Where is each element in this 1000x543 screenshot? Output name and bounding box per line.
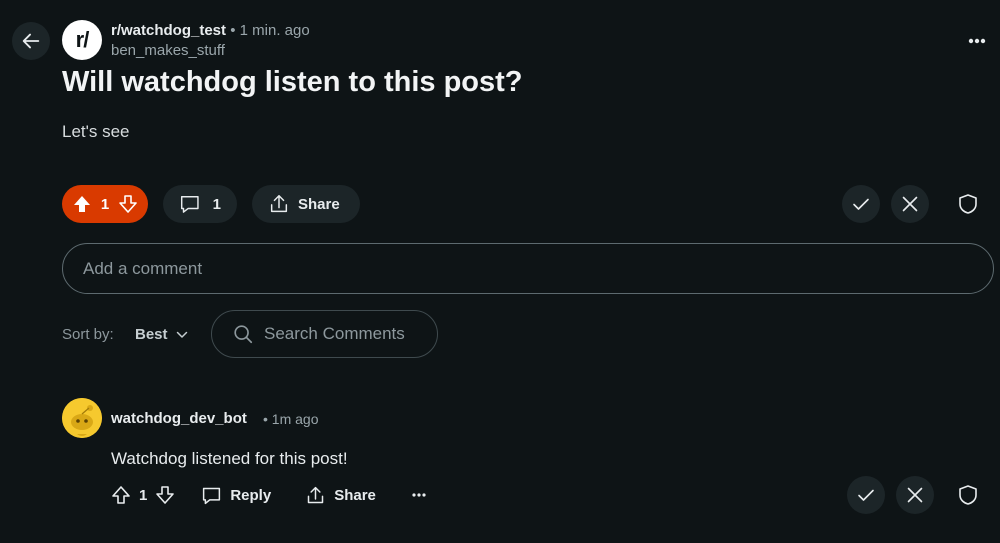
search-placeholder: Search Comments bbox=[264, 324, 405, 343]
comment-actions: 1 Reply Share bbox=[111, 482, 426, 508]
chevron-down-icon bbox=[176, 331, 187, 338]
comment-icon bbox=[180, 196, 199, 213]
meta-separator: • bbox=[230, 22, 236, 39]
more-horizontal-icon bbox=[412, 493, 426, 497]
mod-shield-button[interactable] bbox=[953, 189, 983, 219]
share-button[interactable]: Share bbox=[252, 185, 360, 223]
comment-icon bbox=[203, 487, 221, 504]
post-body: Let's see bbox=[62, 122, 130, 141]
close-icon bbox=[907, 487, 923, 503]
comment-vote-control: 1 bbox=[111, 485, 175, 505]
snoo-avatar-icon bbox=[62, 398, 102, 438]
comment-count: 1 bbox=[212, 195, 221, 213]
post-title: Will watchdog listen to this post? bbox=[62, 66, 523, 98]
comment-separator: • bbox=[263, 411, 268, 427]
add-comment-placeholder: Add a comment bbox=[83, 258, 203, 278]
shield-icon bbox=[959, 194, 977, 214]
sort-value: Best bbox=[135, 326, 168, 343]
post-author[interactable]: ben_makes_stuff bbox=[111, 42, 225, 59]
search-comments-input[interactable]: Search Comments bbox=[211, 310, 438, 358]
comment-share-button[interactable]: Share bbox=[305, 485, 376, 506]
comment-vote-count: 1 bbox=[139, 486, 148, 504]
post-vote-count: 1 bbox=[100, 195, 110, 213]
share-label: Share bbox=[298, 195, 340, 213]
remove-button[interactable] bbox=[891, 185, 929, 223]
close-icon bbox=[902, 196, 918, 212]
comment-mod-shield-button[interactable] bbox=[953, 480, 983, 510]
upvote-icon[interactable] bbox=[111, 485, 131, 505]
more-horizontal-icon bbox=[968, 38, 986, 44]
comment-text: Watchdog listened for this post! bbox=[111, 449, 348, 468]
shield-icon bbox=[959, 485, 977, 505]
upvote-icon[interactable] bbox=[72, 194, 92, 214]
subreddit-name[interactable]: r/watchdog_test bbox=[111, 22, 226, 39]
post-meta: r/watchdog_test • 1 min. ago bbox=[111, 22, 310, 39]
comment-approve-button[interactable] bbox=[847, 476, 885, 514]
downvote-icon[interactable] bbox=[118, 194, 138, 214]
comment-username[interactable]: watchdog_dev_bot bbox=[111, 410, 247, 427]
check-icon bbox=[858, 489, 874, 501]
subreddit-logo-text: r/ bbox=[75, 27, 90, 52]
reply-button[interactable]: Reply bbox=[201, 485, 271, 506]
comments-button[interactable]: 1 bbox=[163, 185, 237, 223]
comment-meta: • 1m ago bbox=[263, 411, 319, 427]
avatar[interactable] bbox=[62, 398, 102, 438]
comment-share-label: Share bbox=[334, 486, 376, 504]
subreddit-logo[interactable]: r/ bbox=[62, 20, 102, 60]
back-arrow-icon bbox=[22, 33, 40, 49]
add-comment-input[interactable]: Add a comment bbox=[62, 243, 994, 294]
share-icon bbox=[307, 486, 324, 503]
downvote-icon[interactable] bbox=[155, 485, 175, 505]
reply-label: Reply bbox=[230, 486, 272, 504]
sort-label: Sort by: bbox=[62, 326, 114, 343]
comment-remove-button[interactable] bbox=[896, 476, 934, 514]
post-time: 1 min. ago bbox=[239, 22, 310, 39]
back-button[interactable] bbox=[12, 22, 50, 60]
comment-time: 1m ago bbox=[271, 411, 319, 427]
sort-dropdown[interactable]: Best bbox=[135, 326, 188, 343]
share-icon bbox=[270, 195, 288, 213]
approve-button[interactable] bbox=[842, 185, 880, 223]
more-options-button[interactable] bbox=[964, 28, 990, 54]
comment-more-button[interactable] bbox=[412, 493, 426, 497]
search-icon bbox=[234, 325, 253, 344]
post-vote-control: 1 bbox=[62, 185, 148, 223]
check-icon bbox=[853, 198, 869, 210]
